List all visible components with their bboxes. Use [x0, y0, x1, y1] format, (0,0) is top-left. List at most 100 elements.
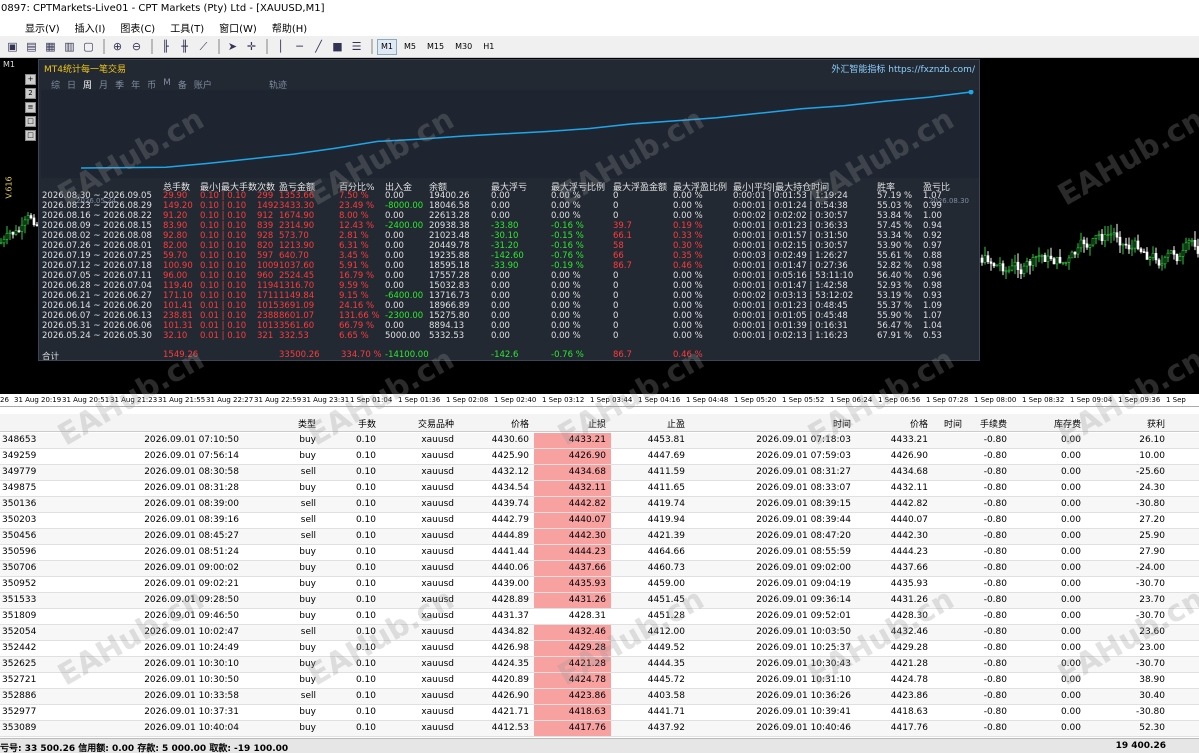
stats-cell: 839	[257, 221, 274, 231]
trade-column-header[interactable]: 手数	[358, 417, 376, 430]
profiles-icon[interactable]: ▤	[23, 38, 40, 55]
trade-column-header[interactable]: 库存费	[1054, 417, 1081, 430]
stats-cell: 23.49 %	[339, 201, 375, 211]
trendline-icon[interactable]: ╱	[310, 38, 327, 55]
stats-cell: 131.66 %	[339, 311, 380, 321]
side-button-box[interactable]: □	[25, 130, 36, 141]
bar-chart-icon[interactable]: ╟	[157, 38, 174, 55]
candle	[1157, 258, 1161, 269]
trade-column-header[interactable]: 获利	[1147, 417, 1165, 430]
stats-cell: 2026.08.09 ~ 2026.08.15	[42, 221, 152, 231]
stats-cell: 53.34 %	[877, 231, 913, 241]
candle	[1061, 261, 1065, 266]
line-chart-icon[interactable]: ⟋	[195, 38, 212, 55]
table-row[interactable]: 350952 2026.09.01 09:02:21 buy 0.10 xauusd 44…	[0, 577, 1199, 593]
trade-column-header[interactable]: 类型	[298, 417, 316, 430]
table-cell: -30.80	[1135, 499, 1165, 509]
menu-view[interactable]: 显示(V)	[25, 20, 60, 35]
table-row[interactable]: 350706 2026.09.01 09:00:02 buy 0.10 xauusd 44…	[0, 561, 1199, 577]
table-cell: 2026.09.01 10:30:43	[756, 659, 851, 669]
stats-panel-link[interactable]: 外汇智能指标 https://fxznzb.com/	[831, 62, 975, 75]
new-chart-icon[interactable]: ▣	[4, 38, 21, 55]
stats-cell: 912	[257, 211, 274, 221]
trade-column-header[interactable]: 交易品种	[418, 417, 454, 430]
table-row[interactable]: 351533 2026.09.01 09:28:50 buy 0.10 xauusd 44…	[0, 593, 1199, 609]
zoom-in-icon[interactable]: ⊕	[109, 38, 126, 55]
trade-column-header[interactable]: 止损	[588, 417, 606, 430]
candle	[1142, 248, 1146, 253]
stats-cell: 0:00:01 | 0:01:39 | 0:16:31	[733, 321, 848, 331]
table-row[interactable]: 349875 2026.09.01 08:31:28 buy 0.10 xauusd 44…	[0, 481, 1199, 497]
stats-cell: 52.93 %	[877, 281, 913, 291]
table-row[interactable]: 349779 2026.09.01 08:30:58 sell 0.10 xauusd 4…	[0, 465, 1199, 481]
table-row[interactable]: 352054 2026.09.01 10:02:47 sell 0.10 xauusd 4…	[0, 625, 1199, 641]
market-watch-icon[interactable]: ▦	[42, 38, 59, 55]
rectangle-icon[interactable]: ■	[329, 38, 346, 55]
table-cell: 4441.71	[647, 707, 685, 717]
candle	[1064, 261, 1068, 266]
timeframe-m1[interactable]: M1	[377, 38, 397, 55]
stats-cell: 18046.58	[429, 201, 470, 211]
side-button-menu[interactable]: ≡	[25, 102, 36, 113]
timeframe-m30[interactable]: M30	[451, 39, 476, 55]
table-row[interactable]: 350136 2026.09.01 08:39:00 sell 0.10 xauusd 4…	[0, 497, 1199, 513]
table-cell: 350203	[2, 515, 37, 525]
stats-cell: 1037.60	[279, 261, 315, 271]
menu-window[interactable]: 窗口(W)	[219, 20, 257, 35]
table-row[interactable]: 350456 2026.09.01 08:45:27 sell 0.10 xauusd 4…	[0, 529, 1199, 545]
table-row[interactable]: 350203 2026.09.01 08:39:16 sell 0.10 xauusd 4…	[0, 513, 1199, 529]
table-row[interactable]: 352442 2026.09.01 10:24:49 buy 0.10 xauusd 44…	[0, 641, 1199, 657]
menu-charts[interactable]: 图表(C)	[120, 20, 155, 35]
candle	[1001, 260, 1005, 276]
table-row[interactable]: 353089 2026.09.01 10:40:04 buy 0.10 xauusd 44…	[0, 721, 1199, 737]
table-row[interactable]: 352886 2026.09.01 10:33:58 sell 0.10 xauusd 4…	[0, 689, 1199, 705]
vertical-line-icon[interactable]: │	[272, 38, 289, 55]
trade-column-header[interactable]: 手续费	[980, 417, 1007, 430]
menu-tools[interactable]: 工具(T)	[170, 20, 204, 35]
menu-insert[interactable]: 插入(I)	[75, 20, 106, 35]
table-cell: 4430.60	[491, 435, 529, 445]
time-axis-label: 1 Sep 08:32	[1022, 396, 1065, 404]
stats-cell: 0.01 | 0.10	[200, 311, 247, 321]
table-row[interactable]: 352721 2026.09.01 10:30:50 buy 0.10 xauusd 44…	[0, 673, 1199, 689]
table-cell: 2026.09.01 10:25:37	[756, 643, 851, 653]
trade-column-header[interactable]: 价格	[910, 417, 928, 430]
crosshair-icon[interactable]: ✛	[243, 38, 260, 55]
table-row[interactable]: 352977 2026.09.01 10:37:31 buy 0.10 xauusd 44…	[0, 705, 1199, 721]
fibonacci-icon[interactable]: ☰	[348, 38, 365, 55]
stats-cell: 0.10 | 0.10	[200, 211, 247, 221]
table-cell: 2026.09.01 09:04:19	[756, 579, 851, 589]
side-button-box[interactable]: □	[25, 116, 36, 127]
table-row[interactable]: 352625 2026.09.01 10:30:10 buy 0.10 xauusd 44…	[0, 657, 1199, 673]
table-row[interactable]: 348653 2026.09.01 07:10:50 buy 0.10 xauusd 44…	[0, 433, 1199, 449]
navigator-icon[interactable]: ▥	[61, 38, 78, 55]
zoom-out-icon[interactable]: ⊖	[128, 38, 145, 55]
table-row[interactable]: 351809 2026.09.01 09:46:50 buy 0.10 xauusd 44…	[0, 609, 1199, 625]
horizontal-line-icon[interactable]: ─	[291, 38, 308, 55]
side-button-2[interactable]: 2	[25, 88, 36, 99]
timeframe-m15[interactable]: M15	[423, 39, 448, 55]
table-cell: 4432.11	[568, 483, 606, 493]
menu-help[interactable]: 帮助(H)	[272, 20, 307, 35]
table-row[interactable]: 349259 2026.09.01 07:56:14 buy 0.10 xauusd 44…	[0, 449, 1199, 465]
table-cell: 4432.12	[491, 467, 529, 477]
trade-column-header[interactable]: 止盈	[667, 417, 685, 430]
candle-chart-icon[interactable]: ╫	[176, 38, 193, 55]
table-cell: 4426.98	[491, 643, 529, 653]
table-cell: 352721	[2, 675, 37, 685]
terminal-icon[interactable]: ▢	[80, 38, 97, 55]
side-button-expand[interactable]: +	[25, 74, 36, 85]
table-row[interactable]: 350596 2026.09.01 08:51:24 buy 0.10 xauusd 44…	[0, 545, 1199, 561]
trade-column-header[interactable]: 价格	[511, 417, 529, 430]
timeframe-h1[interactable]: H1	[479, 39, 498, 55]
stats-cell: 2026.06.07 ~ 2026.06.13	[42, 311, 152, 321]
stats-cell: -142.60	[491, 251, 524, 261]
table-cell: 4435.93	[568, 579, 606, 589]
timeframe-m5[interactable]: M5	[400, 39, 420, 55]
cursor-icon[interactable]: ➤	[224, 38, 241, 55]
trade-column-header[interactable]: 时间	[944, 417, 962, 430]
stats-cell: 0.00 %	[551, 191, 581, 201]
stats-cell: 0.19 %	[673, 221, 703, 231]
summary-label: 合计	[42, 352, 60, 361]
trade-column-header[interactable]: 时间	[833, 417, 851, 430]
